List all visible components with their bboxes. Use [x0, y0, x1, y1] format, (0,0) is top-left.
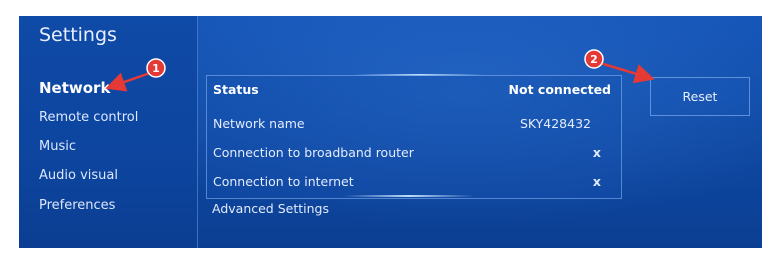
menu-item-remote-control[interactable]: Remote control	[39, 110, 138, 125]
network-name-value: SKY428432	[519, 116, 591, 131]
settings-screen: Settings Network Remote control Music Au…	[19, 16, 762, 248]
status-row: Status Not connected	[213, 80, 615, 102]
panel-bottom-glow	[344, 195, 474, 197]
router-connection-label: Connection to broadband router	[213, 145, 414, 160]
status-label: Status	[213, 82, 259, 97]
menu-item-network[interactable]: Network	[39, 79, 110, 97]
internet-connection-label: Connection to internet	[213, 174, 354, 189]
router-connection-status-icon: x	[592, 145, 601, 160]
network-name-row: Network name SKY428432	[213, 114, 615, 136]
status-value: Not connected	[508, 82, 611, 97]
router-connection-row: Connection to broadband router x	[213, 143, 615, 165]
menu-item-audio-visual[interactable]: Audio visual	[39, 168, 118, 183]
sidebar: Settings Network Remote control Music Au…	[19, 16, 198, 248]
menu-item-music[interactable]: Music	[39, 139, 76, 154]
page-title: Settings	[39, 24, 117, 46]
internet-connection-row: Connection to internet x	[213, 172, 615, 194]
network-status-panel: Status Not connected Network name SKY428…	[206, 75, 622, 199]
reset-button[interactable]: Reset	[650, 77, 750, 116]
network-name-label: Network name	[213, 116, 305, 131]
advanced-settings-link[interactable]: Advanced Settings	[212, 201, 329, 216]
internet-connection-status-icon: x	[592, 174, 601, 189]
menu-item-preferences[interactable]: Preferences	[39, 198, 115, 213]
